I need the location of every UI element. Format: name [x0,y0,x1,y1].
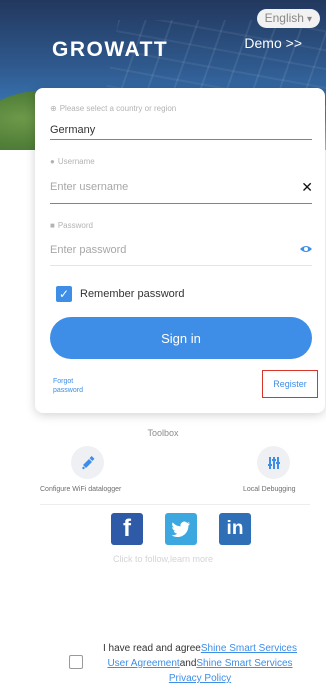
local-debugging-label: Local Debugging [243,486,296,493]
agreement-and: and [179,658,197,669]
twitter-icon[interactable] [165,513,197,545]
agreement-checkbox[interactable] [69,655,83,669]
remember-label: Remember password [80,287,185,300]
language-label: English [264,11,304,25]
chevron-down-icon: ▾ [306,14,312,25]
region-select[interactable]: Germany [50,124,95,136]
remember-password[interactable]: ✓ Remember password [56,285,185,302]
agreement-text: I have read and agreeShine Smart Service… [95,641,305,686]
password-label: ■ Password [50,221,93,230]
forgot-password-link[interactable]: Forgot password [53,377,93,395]
debug-sliders-icon [267,456,280,469]
globe-icon: ⊕ [50,104,57,113]
wifi-config-label: Configure WiFi datalogger [40,486,122,493]
wifi-config-button[interactable] [71,446,104,479]
clear-icon[interactable]: ✕ [301,179,313,196]
growatt-logo: GROWATT [52,38,169,61]
divider [40,504,310,505]
region-underline [50,139,312,140]
agreement-prefix: I have read and agree [102,643,201,654]
region-label: ⊕ Please select a country or region [50,104,176,113]
username-label: ● Username [50,157,95,166]
linkedin-icon[interactable]: in [219,513,251,545]
eye-icon[interactable] [299,244,313,254]
wifi-config-icon [81,455,94,469]
password-label-text: Password [57,221,93,230]
username-input[interactable] [50,181,295,193]
password-underline [50,265,312,266]
remember-checkbox[interactable]: ✓ [56,285,72,302]
toolbox-title: Toolbox [147,428,179,438]
twitter-bird-icon [171,521,190,537]
region-label-text: Please select a country or region [59,104,177,113]
username-underline [50,203,312,204]
register-link[interactable]: Register [262,370,318,398]
facebook-icon[interactable]: f [111,513,143,545]
lock-icon: ■ [50,221,55,230]
demo-link[interactable]: Demo >> [244,35,302,51]
follow-text: Click to follow,learn more [112,554,214,564]
sign-in-button[interactable]: Sign in [50,317,312,359]
user-icon: ● [50,157,55,166]
username-label-text: Username [57,157,95,166]
language-selector[interactable]: English ▾ [256,9,320,28]
password-input[interactable] [50,244,295,256]
login-card: ⊕ Please select a country or region Germa… [35,88,325,413]
local-debugging-button[interactable] [257,446,290,479]
